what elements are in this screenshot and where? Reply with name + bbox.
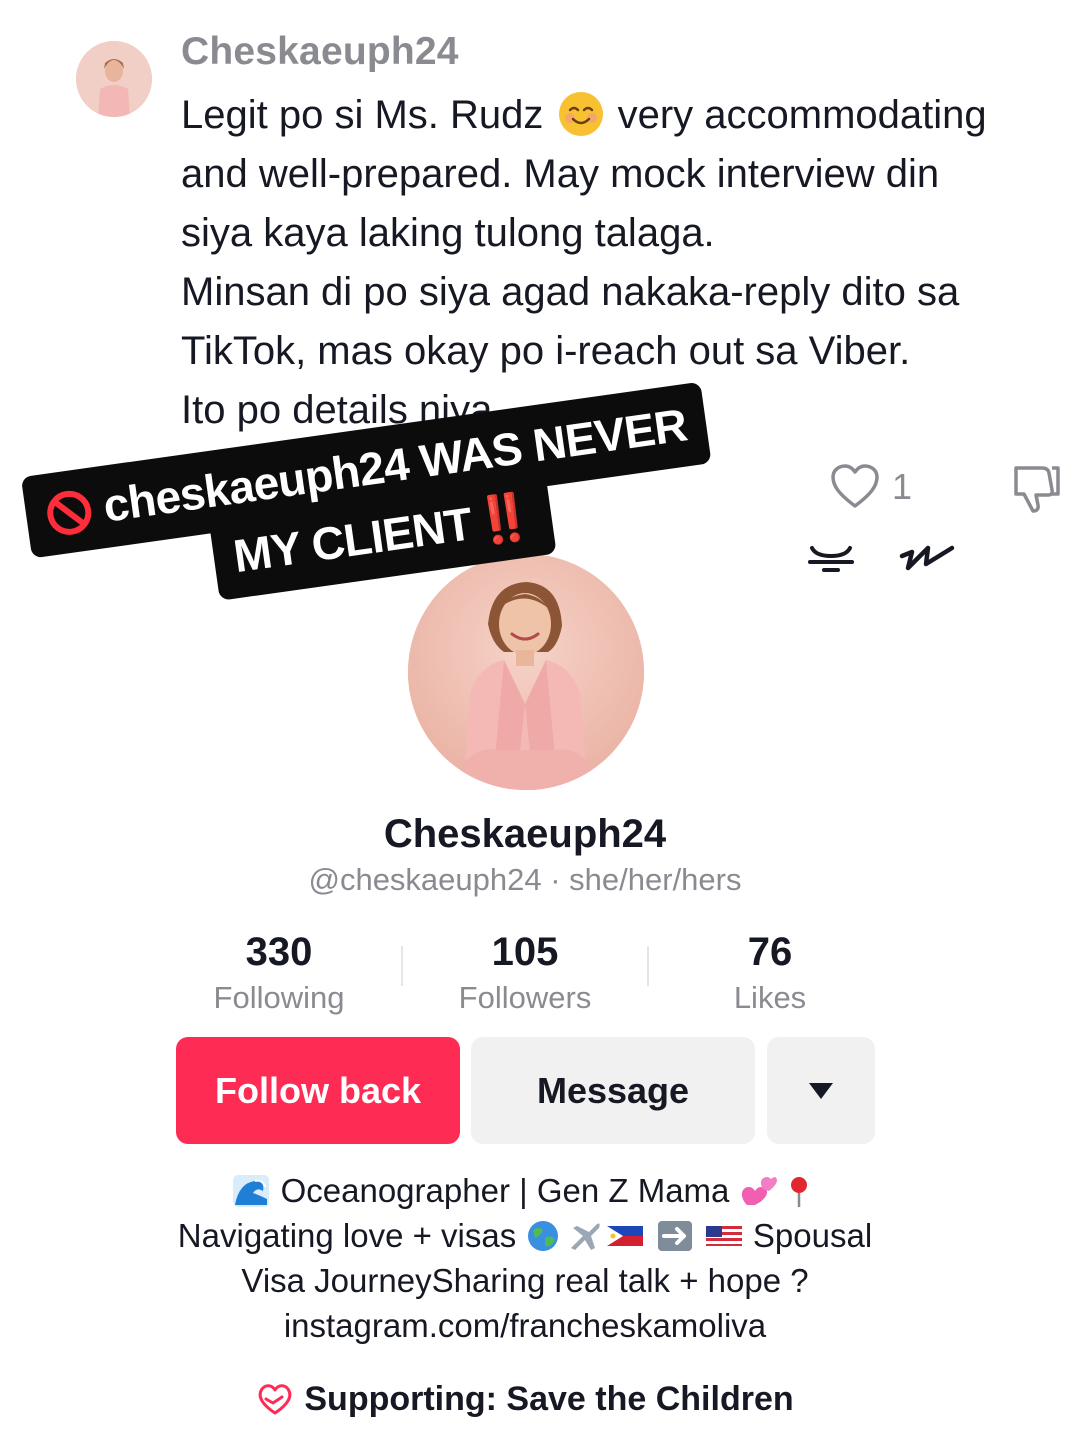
stat-value: 330 (245, 930, 313, 974)
stat-label: Following (213, 980, 345, 1015)
no-entry-icon (47, 490, 92, 535)
profile-handle: @cheskaeuph24 · she/her/hers (308, 862, 742, 897)
message-button[interactable]: Message (471, 1037, 755, 1144)
overlay-banner: cheskaeuph24 WAS NEVER MY CLIENT‼️ (10, 303, 739, 658)
share-icon[interactable] (898, 540, 956, 576)
follow-back-button[interactable]: Follow back (176, 1037, 460, 1144)
smiling-face-icon (558, 92, 603, 136)
stat-value: 76 (747, 930, 793, 974)
stat-divider (647, 946, 649, 986)
bell-icon[interactable] (806, 540, 856, 576)
stat-value: 105 (491, 930, 559, 974)
globe-icon (528, 1221, 559, 1251)
comment-line-1a: Legit po si Ms. Rudz (181, 93, 555, 137)
usa-flag-icon (705, 1226, 742, 1246)
profile-display-name: Cheskaeuph24 (383, 812, 667, 856)
stat-followers[interactable]: 105 Followers (405, 928, 645, 1020)
comment-username[interactable]: Cheskaeuph24 (181, 30, 459, 74)
round-pushpin-icon (790, 1177, 807, 1207)
comment-line-1b: very accommodating (606, 93, 987, 137)
more-options-button[interactable] (767, 1037, 875, 1144)
bio-link[interactable]: instagram.com/francheskamoliva (0, 1303, 1050, 1348)
right-arrow-icon (657, 1221, 692, 1251)
comment-line-2: and well-prepared. May mock interview di… (181, 152, 940, 196)
bio-line-3: Visa JourneySharing real talk + hope ? (241, 1262, 809, 1299)
bio-line-2a: Navigating love + visas (177, 1217, 526, 1254)
philippines-flag-icon (607, 1226, 644, 1246)
water-wave-icon (233, 1175, 270, 1207)
profile-bio: Oceanographer | Gen Z Mama Navigating lo… (0, 1168, 1050, 1348)
like-count: 1 (892, 466, 913, 507)
supporting-label: Supporting: Save the Children (304, 1380, 794, 1418)
supporting-charity[interactable]: Supporting: Save the Children (0, 1380, 1050, 1419)
triangle-down-icon (809, 1082, 833, 1099)
two-hearts-icon (741, 1177, 777, 1205)
comment-avatar[interactable] (76, 41, 152, 117)
heart-hand-icon (259, 1384, 292, 1415)
airplane-icon (571, 1223, 601, 1250)
bio-line-2b: Spousal (743, 1217, 873, 1254)
stat-likes[interactable]: 76 Likes (650, 928, 890, 1020)
tiktok-profile-screen: Cheskaeuph24 Legit po si Ms. Rudz very a… (0, 0, 1080, 1440)
heart-outline-icon[interactable] (829, 462, 881, 510)
double-exclamation-icon: ‼️ (471, 488, 535, 549)
bio-line-1: Oceanographer | Gen Z Mama (271, 1172, 739, 1209)
stat-label: Likes (733, 980, 807, 1015)
stat-label: Followers (458, 980, 592, 1015)
stat-following[interactable]: 330 Following (159, 928, 399, 1020)
thumbs-down-icon[interactable] (1008, 460, 1064, 516)
stat-divider (401, 946, 403, 986)
comment-line-3: siya kaya laking tulong talaga. (181, 211, 715, 255)
